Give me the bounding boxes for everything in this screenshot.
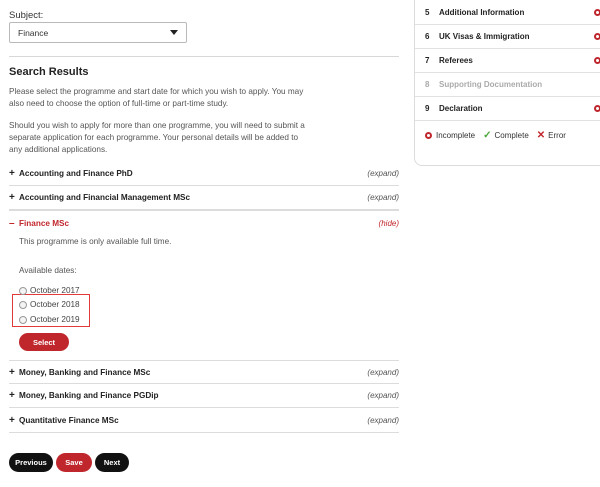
expand-link[interactable]: (expand): [367, 391, 399, 400]
programme-row[interactable]: + Accounting and Finance PhD (expand): [9, 162, 399, 186]
intro-paragraph-2: Should you wish to apply for more than o…: [9, 121, 305, 154]
step-referees[interactable]: 7 Referees: [415, 49, 600, 73]
step-name: Declaration: [439, 104, 483, 113]
programme-title: Money, Banking and Finance PGDip: [19, 391, 159, 400]
next-button[interactable]: Next: [95, 453, 129, 472]
select-button[interactable]: Select: [19, 333, 69, 351]
application-steps-panel: 5 Additional Information 6 UK Visas & Im…: [414, 0, 600, 166]
programme-title: Quantitative Finance MSc: [19, 416, 119, 425]
step-number: 7: [425, 56, 430, 65]
plus-icon: +: [9, 366, 15, 378]
date-label: October 2017: [30, 286, 80, 295]
subject-label: Subject:: [9, 10, 44, 21]
expand-link[interactable]: (expand): [367, 169, 399, 178]
expand-link[interactable]: (expand): [367, 193, 399, 202]
incomplete-icon: [594, 105, 600, 112]
step-number: 5: [425, 8, 430, 17]
plus-icon: +: [9, 415, 15, 426]
previous-button[interactable]: Previous: [9, 453, 53, 472]
step-name: UK Visas & Immigration: [439, 32, 530, 41]
plus-icon: +: [9, 192, 15, 203]
cross-icon: ✕: [536, 130, 546, 141]
check-icon: ✓: [483, 130, 492, 141]
radio-button[interactable]: [19, 286, 27, 295]
available-dates-label: Available dates:: [19, 266, 77, 275]
step-uk-visas[interactable]: 6 UK Visas & Immigration: [415, 25, 600, 49]
minus-icon: –: [9, 217, 15, 229]
date-label: October 2019: [30, 315, 80, 324]
incomplete-icon: [594, 9, 600, 16]
plus-icon: +: [9, 168, 15, 179]
step-name: Referees: [439, 56, 473, 65]
save-button[interactable]: Save: [56, 453, 92, 472]
expand-link[interactable]: (expand): [367, 416, 399, 425]
intro-paragraph-1: Please select the programme and start da…: [9, 87, 304, 108]
expand-link[interactable]: (expand): [367, 368, 399, 377]
divider: [9, 56, 399, 57]
incomplete-icon: [594, 33, 600, 40]
programme-title: Finance MSc: [19, 218, 70, 228]
legend-label: Complete: [494, 131, 529, 140]
programme-row[interactable]: + Quantitative Finance MSc (expand): [9, 409, 399, 433]
legend-error: ✕ Error: [537, 130, 566, 141]
radio-button[interactable]: [19, 315, 27, 324]
incomplete-icon: [594, 57, 600, 64]
step-number: 9: [425, 104, 430, 113]
date-radio-option[interactable]: October 2018: [19, 300, 80, 309]
legend-label: Incomplete: [436, 131, 476, 140]
date-radio-option[interactable]: October 2019: [19, 315, 80, 324]
programme-row-expanded[interactable]: – Finance MSc (hide): [9, 211, 399, 235]
legend-incomplete: Incomplete: [425, 131, 475, 140]
hide-link[interactable]: (hide): [379, 219, 399, 228]
legend-complete: ✓ Complete: [483, 130, 529, 141]
search-results-heading: Search Results: [9, 66, 89, 78]
step-name: Additional Information: [439, 8, 525, 17]
plus-icon: +: [9, 390, 15, 401]
caret-down-icon: [170, 30, 178, 35]
step-supporting-documentation: 8 Supporting Documentation: [415, 73, 600, 97]
programme-row[interactable]: + Money, Banking and Finance MSc (expand…: [9, 360, 399, 384]
date-radio-option[interactable]: October 2017: [19, 286, 80, 295]
step-additional-information[interactable]: 5 Additional Information: [415, 1, 600, 25]
radio-button[interactable]: [19, 300, 27, 309]
status-legend: Incomplete ✓ Complete ✕ Error: [425, 130, 574, 141]
subject-select[interactable]: Finance: [9, 22, 187, 43]
programme-row[interactable]: + Accounting and Financial Management MS…: [9, 186, 399, 210]
legend-label: Error: [548, 131, 566, 140]
date-label: October 2018: [30, 300, 80, 309]
programme-title: Money, Banking and Finance MSc: [19, 367, 151, 377]
programme-title: Accounting and Financial Management MSc: [19, 193, 191, 202]
step-number: 6: [425, 32, 430, 41]
programme-title: Accounting and Finance PhD: [19, 169, 133, 178]
availability-note: This programme is only available full ti…: [19, 237, 172, 246]
step-number: 8: [425, 80, 430, 89]
incomplete-icon: [425, 132, 432, 139]
step-declaration[interactable]: 9 Declaration: [415, 97, 600, 121]
programme-row[interactable]: + Money, Banking and Finance PGDip (expa…: [9, 384, 399, 408]
subject-select-value: Finance: [18, 27, 49, 38]
step-name: Supporting Documentation: [439, 80, 543, 89]
